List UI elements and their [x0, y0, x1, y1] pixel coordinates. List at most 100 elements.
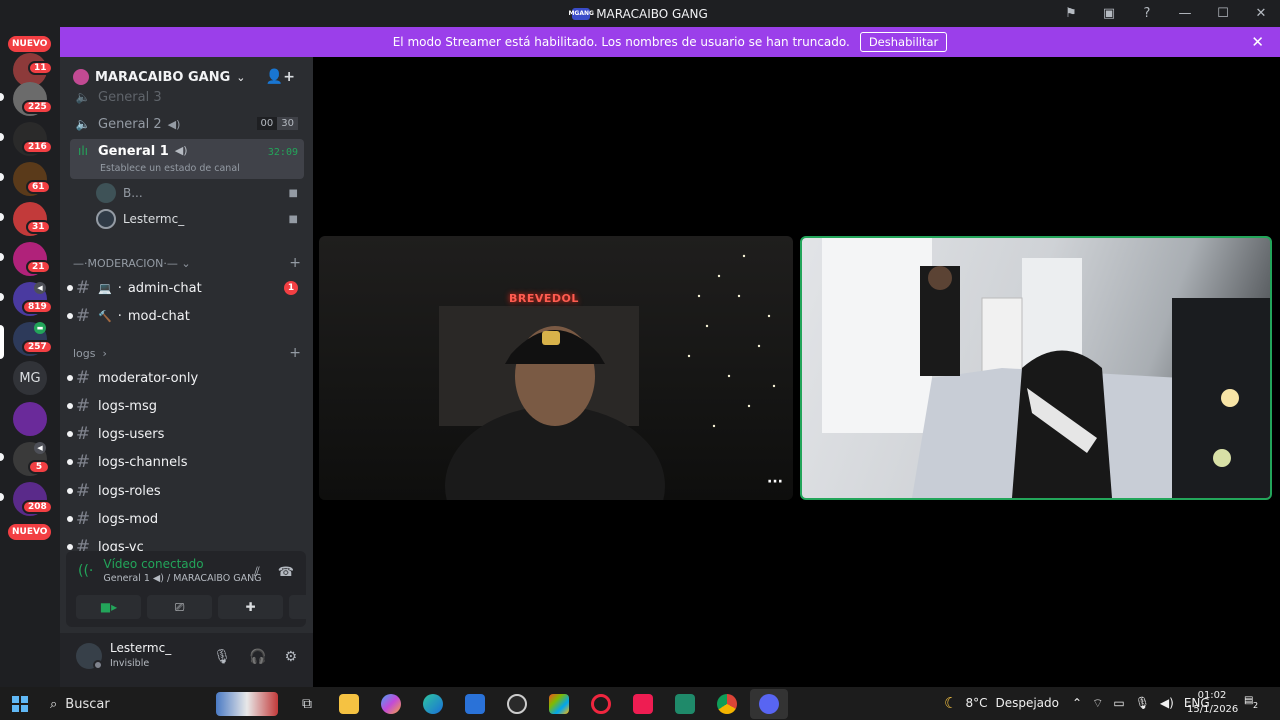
task-view-icon[interactable]: ⧉	[288, 689, 326, 719]
disconnect-icon[interactable]: ☎	[278, 565, 294, 580]
edge-icon[interactable]	[414, 689, 452, 719]
text-channel-mod-chat[interactable]: # 🔨 · mod-chat	[67, 303, 304, 329]
set-channel-status[interactable]: Establece un estado de canal	[100, 163, 240, 174]
video-tile-b[interactable]: BREVEDOL ···	[319, 236, 793, 500]
close-icon[interactable]: ✕	[1251, 33, 1264, 51]
activities-button[interactable]: ✚	[218, 595, 283, 619]
file-explorer-icon[interactable]	[330, 689, 368, 719]
invite-people-icon[interactable]: 👤+	[266, 69, 295, 85]
title-bar: MGANG MARACAIBO GANG ⚑ ▣ ? — ☐ ✕	[0, 0, 1280, 27]
taskbar: ⌕ Buscar ⧉ ☾ 8°C Despejado ⌃ ⌔ ▭ 🎙 ◀) EN…	[0, 687, 1280, 720]
channel-name: General 2	[98, 116, 162, 132]
text-channel[interactable]: # moderator-only	[67, 365, 304, 391]
text-channel[interactable]: # logs-roles	[67, 478, 304, 504]
channel-name: logs-users	[98, 426, 165, 442]
voice-channel-general1[interactable]: ılı General 1 ◀) 32:09 Establece un esta…	[70, 139, 304, 179]
text-channel-admin-chat[interactable]: # 💻 · admin-chat 1	[67, 275, 304, 301]
server-initials[interactable]: MG	[13, 361, 47, 395]
close-button[interactable]: ✕	[1242, 0, 1280, 27]
category-name: logs	[73, 346, 96, 360]
mention-badge: 61	[26, 180, 51, 194]
help-icon[interactable]: ?	[1128, 0, 1166, 27]
inbox-icon[interactable]: ▣	[1090, 0, 1128, 27]
copilot-icon[interactable]	[372, 689, 410, 719]
status-indicator	[93, 660, 103, 670]
maximize-button[interactable]: ☐	[1204, 0, 1242, 27]
flag-icon[interactable]: ⚑	[1052, 0, 1090, 27]
user-name: B...	[123, 186, 143, 200]
hash-icon: #	[75, 481, 91, 501]
headphones-icon[interactable]: 🎧	[249, 649, 266, 665]
hash-icon: #	[75, 306, 91, 326]
disable-streamer-button[interactable]: Deshabilitar	[859, 32, 948, 52]
notifications-icon[interactable]: ▤ 2	[1244, 695, 1262, 711]
capcut-icon[interactable]	[666, 689, 704, 719]
microphone-icon[interactable]: 🎙	[213, 649, 231, 665]
server-icon[interactable]	[13, 402, 47, 436]
battery-icon[interactable]: ▭	[1113, 696, 1124, 711]
user-name[interactable]: Lestermc_	[110, 641, 171, 655]
speaker-icon: 🔈	[75, 117, 91, 131]
server-name: MARACAIBO GANG	[95, 69, 231, 85]
voice-channel-general3[interactable]: 🔈 General 3	[70, 84, 304, 110]
category-moderacion[interactable]: —· MODERACION ·— ⌄ +	[73, 254, 305, 272]
volume-icon[interactable]: ◀)	[1160, 696, 1174, 711]
text-channel[interactable]: # logs-users	[67, 421, 304, 447]
voice-status[interactable]: Vídeo conectado	[103, 557, 261, 571]
mention-badge: 21	[26, 260, 51, 274]
taskbar-search[interactable]: ⌕ Buscar	[40, 690, 280, 718]
window-title-text: MARACAIBO GANG	[596, 6, 708, 21]
wifi-icon[interactable]: ⌔	[1092, 696, 1103, 711]
banner-message: El modo Streamer está habilitado. Los no…	[392, 35, 850, 49]
moon-icon: ☾	[944, 694, 958, 712]
mail-icon[interactable]	[456, 689, 494, 719]
more-options-icon[interactable]: ···	[767, 474, 783, 490]
user-panel: Lestermc_ Invisible 🎙 🎧 ⚙	[60, 633, 313, 687]
server-rail: NUEVO 11 225 216 61 31 21 ◀ 819 ▬ 257 MG…	[0, 27, 60, 687]
weather-widget[interactable]: ☾ 8°C Despejado	[944, 694, 1059, 712]
text-channel[interactable]: # logs-msg	[67, 393, 304, 419]
noise-suppression-icon[interactable]: ⫽	[254, 565, 260, 580]
clock[interactable]: 01:02 15/1/2026	[1187, 689, 1238, 717]
search-icon: ⌕	[50, 696, 58, 712]
taskbar-apps: ⧉	[288, 689, 788, 719]
store-icon[interactable]	[540, 689, 578, 719]
channel-name: General 3	[98, 89, 162, 105]
chat-icon: ▬	[34, 322, 46, 334]
chevron-up-icon[interactable]: ⌃	[1072, 696, 1082, 711]
avatar	[96, 209, 116, 229]
text-channel[interactable]: # logs-channels	[67, 449, 304, 475]
tiktok-icon[interactable]	[624, 689, 662, 719]
soundboard-button[interactable]: ✺	[289, 595, 313, 619]
search-placeholder: Buscar	[65, 696, 110, 712]
discord-window: { "window": { "title": "MARACAIBO GANG",…	[0, 0, 1280, 720]
category-logs[interactable]: logs › +	[73, 344, 305, 362]
text-channel[interactable]: # logs-mod	[67, 506, 304, 532]
chrome-icon[interactable]	[708, 689, 746, 719]
user-status: Invisible	[110, 658, 150, 669]
gear-icon[interactable]: ⚙	[284, 649, 297, 665]
windows-start-icon[interactable]	[12, 696, 28, 712]
signal-icon[interactable]: ((·	[78, 563, 93, 579]
mention-badge: 5	[28, 460, 50, 474]
screen-share-button[interactable]: ⎚	[147, 595, 212, 619]
game-app-icon[interactable]	[498, 689, 536, 719]
camera-button[interactable]: ■▸	[76, 595, 141, 619]
add-channel-icon[interactable]: +	[289, 345, 301, 361]
video-tile-lestermc[interactable]	[800, 236, 1272, 500]
voice-user[interactable]: B... ■	[96, 181, 306, 205]
clock-time: 01:02	[1197, 690, 1227, 701]
voice-user[interactable]: Lestermc_ ■	[96, 207, 306, 231]
user-count: 00 30	[256, 117, 298, 130]
opera-icon[interactable]	[582, 689, 620, 719]
microphone-icon[interactable]: 🎙	[1135, 696, 1150, 711]
discord-icon[interactable]	[750, 689, 788, 719]
mention-badge: 225	[22, 100, 53, 114]
minimize-button[interactable]: —	[1166, 0, 1204, 27]
voice-channel-general2[interactable]: 🔈 General 2 ◀) 00 30	[70, 111, 304, 137]
hash-icon: #	[75, 452, 91, 472]
volume-icon: ◀)	[174, 144, 188, 157]
mention-badge: 216	[22, 140, 53, 154]
hash-icon: #	[75, 368, 91, 388]
add-channel-icon[interactable]: +	[289, 255, 301, 271]
